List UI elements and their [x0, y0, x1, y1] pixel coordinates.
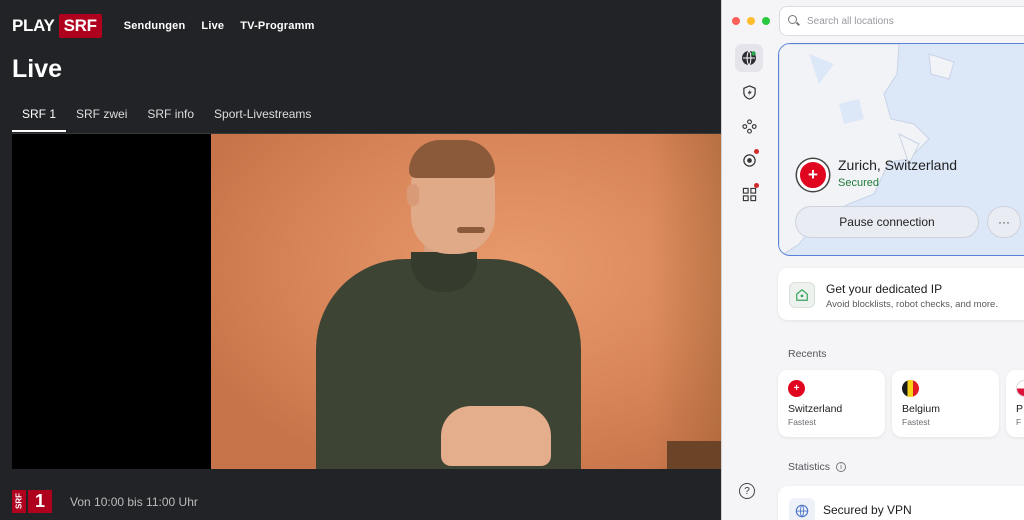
dedicated-ip-title: Get your dedicated IP	[826, 282, 943, 296]
connection-map-card: + Zurich, Switzerland Secured Pause conn…	[778, 43, 1024, 256]
now-playing-bar: SRF 1 Von 10:00 bis 11:00 Uhr	[12, 490, 198, 513]
logo-srf-badge: SRF	[58, 14, 102, 38]
recent-name: Switzerland	[788, 403, 843, 415]
more-options-button[interactable]: ···	[987, 206, 1021, 238]
page-title: Live	[12, 55, 63, 83]
presenter-hair	[409, 140, 495, 178]
srf1-channel-logo: SRF 1	[12, 490, 52, 513]
presenter-mustache	[457, 227, 485, 233]
search-icon	[788, 15, 800, 27]
belgium-flag-icon	[902, 380, 919, 397]
srf-play-window: PLAY SRF Sendungen Live TV-Programm Live…	[0, 0, 722, 520]
notification-dot	[754, 149, 759, 154]
background-shelf	[667, 441, 722, 469]
nav-tv-programm[interactable]: TV-Programm	[240, 20, 314, 32]
wall-shade	[652, 134, 722, 469]
connection-status: Secured	[838, 177, 879, 189]
recent-sub: Fastest	[902, 417, 930, 427]
recent-sub: Fastest	[788, 417, 816, 427]
globe-icon	[789, 498, 815, 520]
recent-switzerland-card[interactable]: + Switzerland Fastest	[778, 370, 885, 437]
recent-name: P	[1016, 403, 1024, 415]
shield-bolt-icon[interactable]	[735, 78, 763, 106]
poland-flag-icon	[1016, 380, 1024, 397]
dedicated-ip-card[interactable]: Get your dedicated IP Avoid blocklists, …	[778, 268, 1024, 320]
nav-live[interactable]: Live	[201, 20, 224, 32]
location-search-input[interactable]: Search all locations	[779, 6, 1024, 36]
vpn-app-window: Search all locations + Zurich, Switzerla…	[721, 0, 1024, 520]
tab-sport-livestreams[interactable]: Sport-Livestreams	[204, 104, 321, 132]
dedicated-ip-subtitle: Avoid blocklists, robot checks, and more…	[826, 299, 998, 310]
srf1-number: 1	[28, 490, 52, 513]
main-nav: Sendungen Live TV-Programm	[124, 20, 315, 32]
notification-dot	[754, 183, 759, 188]
maximize-window-button[interactable]	[762, 17, 770, 25]
presenter-hands	[441, 406, 551, 466]
pause-connection-button[interactable]: Pause connection	[795, 206, 979, 238]
statistics-label: Statistics i	[788, 461, 847, 473]
eye-icon[interactable]	[735, 146, 763, 174]
presenter-ear	[407, 184, 419, 206]
tab-srf-1[interactable]: SRF 1	[12, 104, 67, 132]
schedule-text: Von 10:00 bis 11:00 Uhr	[70, 494, 198, 509]
tab-srf-zwei[interactable]: SRF zwei	[66, 104, 137, 132]
statistics-label-text: Statistics	[788, 461, 831, 473]
channel-tabs: SRF 1 SRF zwei SRF info Sport-Livestream…	[12, 104, 321, 132]
logo-play-text: PLAY	[12, 16, 55, 35]
srf-header: PLAY SRF Sendungen Live TV-Programm	[12, 14, 315, 38]
recent-poland-card[interactable]: P F	[1006, 370, 1024, 437]
tab-srf-info[interactable]: SRF info	[137, 104, 204, 132]
globe-icon[interactable]	[735, 44, 763, 72]
secured-by-vpn-card[interactable]: Secured by VPN	[778, 486, 1024, 520]
close-window-button[interactable]	[732, 17, 740, 25]
help-icon[interactable]: ?	[739, 483, 755, 499]
recents-label: Recents	[788, 348, 827, 360]
house-shield-icon	[789, 282, 815, 308]
play-srf-logo[interactable]: PLAY SRF	[12, 14, 102, 38]
network-icon[interactable]	[735, 112, 763, 140]
nav-sendungen[interactable]: Sendungen	[124, 20, 186, 32]
recent-sub: F	[1016, 417, 1022, 427]
srf1-mark: SRF	[12, 490, 26, 513]
connected-location: Zurich, Switzerland	[838, 157, 958, 173]
switzerland-flag-icon: +	[788, 380, 805, 397]
info-icon[interactable]: i	[836, 462, 847, 473]
switzerland-flag-icon: +	[797, 159, 829, 191]
video-frame	[211, 134, 722, 469]
flag-cross: +	[808, 165, 818, 184]
minimize-window-button[interactable]	[747, 17, 755, 25]
recent-belgium-card[interactable]: Belgium Fastest	[892, 370, 999, 437]
side-rail	[722, 42, 774, 520]
search-placeholder: Search all locations	[807, 15, 894, 27]
secured-by-vpn-label: Secured by VPN	[823, 503, 912, 517]
video-player[interactable]	[12, 134, 722, 469]
recent-name: Belgium	[902, 403, 940, 415]
window-controls	[732, 17, 770, 25]
apps-icon[interactable]	[735, 180, 763, 208]
